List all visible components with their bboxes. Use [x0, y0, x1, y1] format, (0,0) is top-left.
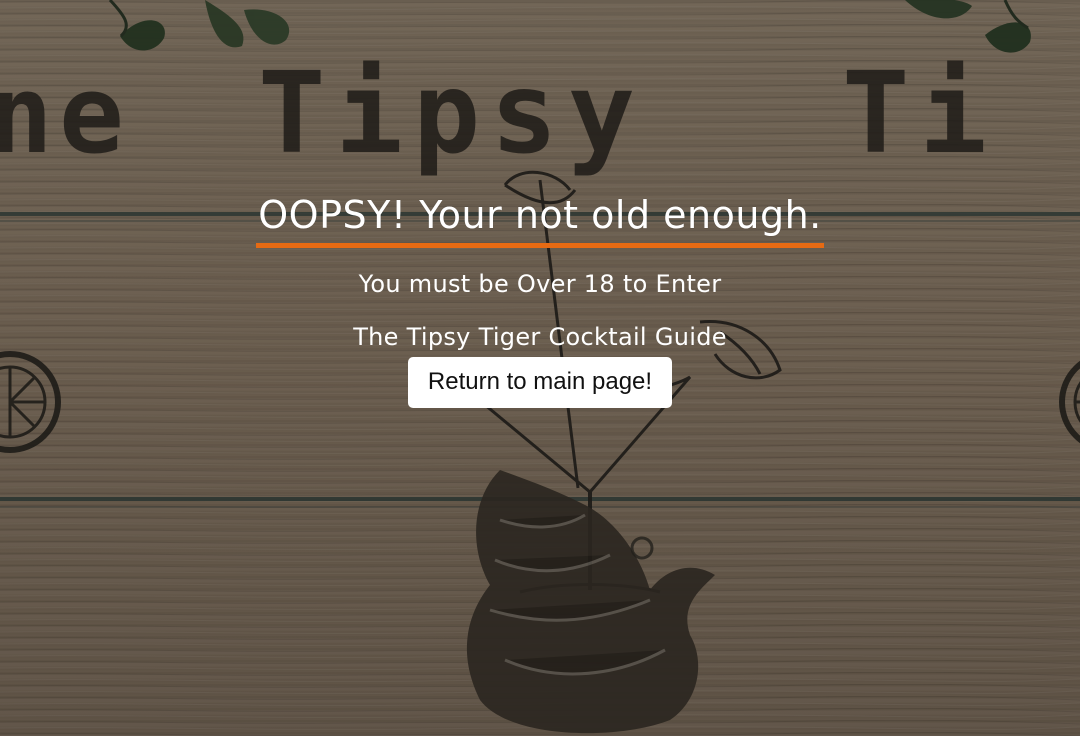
- age-requirement-text: You must be Over 18 to Enter: [358, 270, 722, 298]
- site-name-text: The Tipsy Tiger Cocktail Guide: [353, 323, 727, 351]
- error-title: OOPSY! Your not old enough.: [256, 188, 824, 248]
- sign-text-right: Ti: [842, 49, 997, 179]
- sign-text-left: ne: [0, 53, 130, 178]
- return-button-container: Return to main page!: [0, 357, 1080, 408]
- return-to-main-page-button[interactable]: Return to main page!: [407, 357, 673, 408]
- error-title-container: OOPSY! Your not old enough.: [0, 188, 1080, 248]
- sign-text-center: Tipsy: [258, 49, 645, 179]
